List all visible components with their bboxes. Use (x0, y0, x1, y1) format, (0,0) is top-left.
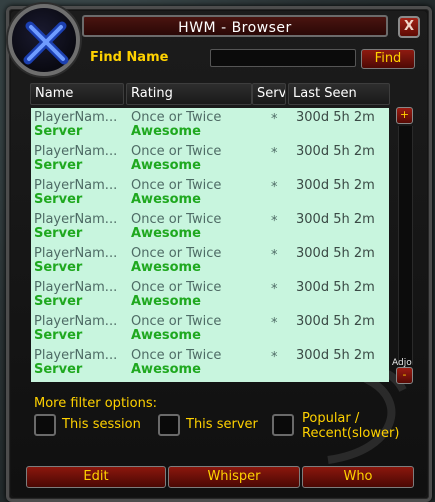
player-rating: Once or Twice (131, 315, 222, 328)
player-serv: * (271, 249, 278, 262)
crossed-swords-icon (23, 21, 69, 65)
player-last-seen: 300d 5h 2m (296, 179, 375, 192)
player-rating-label: Awesome (131, 125, 201, 138)
player-server: Server (34, 159, 83, 172)
player-name: PlayerNam... (34, 213, 118, 226)
player-name: PlayerNam... (34, 281, 118, 294)
list-item[interactable]: PlayerNam... Server Once or Twice Awesom… (31, 312, 389, 346)
whisper-button[interactable]: Whisper (168, 466, 300, 488)
player-rating-label: Awesome (131, 363, 201, 376)
player-server: Server (34, 227, 83, 240)
player-rating: Once or Twice (131, 111, 222, 124)
player-serv: * (271, 351, 278, 364)
list-item[interactable]: PlayerNam... Server Once or Twice Awesom… (31, 278, 389, 312)
column-header-rating[interactable]: Rating (126, 83, 252, 105)
player-serv: * (271, 317, 278, 330)
player-rating: Once or Twice (131, 179, 222, 192)
player-rating-label: Awesome (131, 261, 201, 274)
player-name: PlayerNam... (34, 315, 118, 328)
player-serv: * (271, 147, 278, 160)
find-button[interactable]: Find (361, 49, 415, 69)
player-server: Server (34, 363, 83, 376)
title-bar[interactable]: HWM - Browser (82, 15, 388, 37)
portrait (8, 4, 80, 76)
player-last-seen: 300d 5h 2m (296, 281, 375, 294)
player-last-seen: 300d 5h 2m (296, 349, 375, 362)
close-button[interactable]: X (398, 16, 420, 38)
find-name-input[interactable] (210, 49, 356, 67)
player-server: Server (34, 261, 83, 274)
player-serv: * (271, 113, 278, 126)
player-rating-label: Awesome (131, 227, 201, 240)
player-last-seen: 300d 5h 2m (296, 145, 375, 158)
scroll-up-button[interactable]: + (396, 107, 413, 124)
list-item[interactable]: PlayerNam... Server Once or Twice Awesom… (31, 142, 389, 176)
player-name: PlayerNam... (34, 179, 118, 192)
player-server: Server (34, 329, 83, 342)
player-rating: Once or Twice (131, 247, 222, 260)
this-server-label: This server (186, 417, 258, 432)
filter-options-label: More filter options: (34, 396, 157, 411)
player-name: PlayerNam... (34, 145, 118, 158)
player-server: Server (34, 193, 83, 206)
player-rating: Once or Twice (131, 281, 222, 294)
player-serv: * (271, 283, 278, 296)
player-name: PlayerNam... (34, 247, 118, 260)
player-rating: Once or Twice (131, 213, 222, 226)
player-rating-label: Awesome (131, 159, 201, 172)
list-item[interactable]: PlayerNam... Server Once or Twice Awesom… (31, 108, 389, 142)
player-last-seen: 300d 5h 2m (296, 247, 375, 260)
window-title: HWM - Browser (178, 20, 292, 36)
player-last-seen: 300d 5h 2m (296, 111, 375, 124)
list-item[interactable]: PlayerNam... Server Once or Twice Awesom… (31, 176, 389, 210)
edit-button[interactable]: Edit (26, 466, 166, 488)
this-session-checkbox[interactable] (34, 414, 56, 436)
player-server: Server (34, 295, 83, 308)
player-serv: * (271, 181, 278, 194)
player-name: PlayerNam... (34, 349, 118, 362)
this-server-checkbox[interactable] (158, 414, 180, 436)
scroll-down-button[interactable]: - (396, 367, 413, 384)
player-rating-label: Awesome (131, 193, 201, 206)
player-list: PlayerNam... Server Once or Twice Awesom… (31, 108, 389, 382)
player-last-seen: 300d 5h 2m (296, 315, 375, 328)
column-header-last-seen[interactable]: Last Seen (288, 83, 390, 105)
who-button[interactable]: Who (302, 466, 414, 488)
column-header-server[interactable]: Serv (252, 83, 286, 105)
scrollbar-track[interactable] (398, 126, 413, 365)
list-item[interactable]: PlayerNam... Server Once or Twice Awesom… (31, 346, 389, 380)
popular-label: Popular / (302, 411, 360, 426)
player-rating: Once or Twice (131, 145, 222, 158)
recent-label: Recent(slower) (302, 426, 400, 441)
player-name: PlayerNam... (34, 111, 118, 124)
player-serv: * (271, 215, 278, 228)
player-rating: Once or Twice (131, 349, 222, 362)
list-item[interactable]: PlayerNam... Server Once or Twice Awesom… (31, 210, 389, 244)
player-rating-label: Awesome (131, 295, 201, 308)
list-item[interactable]: PlayerNam... Server Once or Twice Awesom… (31, 244, 389, 278)
player-server: Server (34, 125, 83, 138)
column-header-name[interactable]: Name (30, 83, 124, 105)
this-session-label: This session (62, 417, 141, 432)
player-last-seen: 300d 5h 2m (296, 213, 375, 226)
find-name-label: Find Name (90, 50, 169, 65)
popular-recent-checkbox[interactable] (272, 414, 294, 436)
player-rating-label: Awesome (131, 329, 201, 342)
